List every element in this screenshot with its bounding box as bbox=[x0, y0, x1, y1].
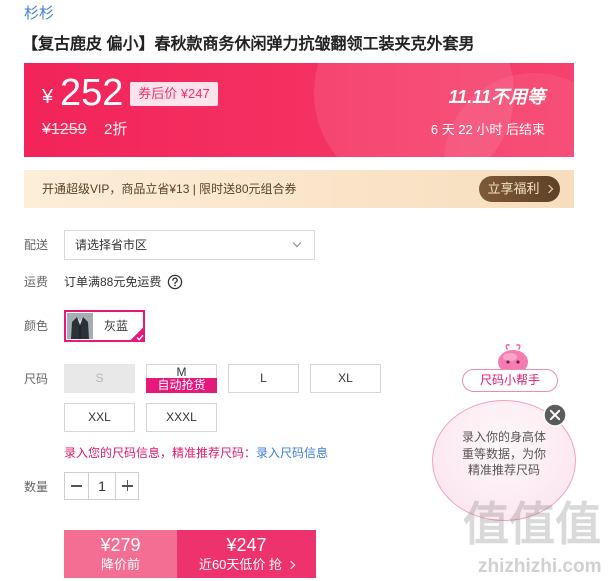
check-icon bbox=[136, 334, 144, 341]
selected-corner bbox=[129, 326, 145, 342]
minus-icon bbox=[71, 485, 82, 487]
countdown: 6 天 22 小时 后结束 bbox=[430, 122, 545, 137]
size-label: 尺码 bbox=[24, 372, 49, 386]
discount-label: 2折 bbox=[104, 121, 128, 138]
size-helper-text: 录入你的身高体重等数据，为你精准推荐尺码 bbox=[461, 430, 546, 477]
auto-restock-badge: 自动抢货 bbox=[146, 378, 217, 393]
region-select[interactable]: 请选择省市区 bbox=[64, 230, 315, 260]
size-option-xxl[interactable]: XXL bbox=[64, 403, 135, 432]
size-option-xl[interactable]: XL bbox=[310, 364, 381, 393]
quantity-label: 数量 bbox=[24, 480, 49, 494]
vip-benefit-button[interactable]: 立享福利 bbox=[479, 176, 560, 202]
size-option-m[interactable]: M 自动抢货 bbox=[146, 364, 217, 393]
current-price: 252 bbox=[60, 72, 124, 114]
vip-benefit-label: 立享福利 bbox=[487, 181, 540, 196]
price-currency: ¥ bbox=[42, 86, 54, 108]
size-hint: 录入您的尺码信息，精准推荐尺码：录入尺码信息 bbox=[64, 445, 328, 461]
watermark-logo: 值值值 bbox=[463, 498, 601, 550]
chevron-down-icon bbox=[292, 238, 302, 248]
question-circle-icon[interactable] bbox=[167, 274, 183, 290]
buy-now-button[interactable]: ¥247 近60天低价 抢 bbox=[177, 530, 316, 578]
size-option-s[interactable]: S bbox=[64, 364, 135, 393]
price-before-drop-button[interactable]: ¥279 降价前 bbox=[64, 530, 177, 578]
brand-link[interactable]: 杉杉 bbox=[24, 5, 54, 23]
chevron-right-icon bbox=[544, 184, 553, 194]
shipping-label: 运费 bbox=[24, 275, 49, 289]
price-banner: ¥ 252 券后价 ¥247 ¥1259 2折 11.11不用等 6 天 22 … bbox=[24, 63, 574, 157]
price-before-drop: ¥279 bbox=[100, 535, 141, 555]
size-option-label: M bbox=[176, 365, 187, 379]
price-before-drop-label: 降价前 bbox=[100, 557, 140, 572]
quantity-stepper: 1 bbox=[64, 472, 139, 500]
watermark-site: zhizhizhi.com bbox=[478, 556, 602, 577]
vip-bar: 开通超级VIP，商品立省¥13 | 限时送80元组合券 立享福利 bbox=[24, 170, 574, 208]
original-price: ¥1259 bbox=[42, 121, 87, 138]
lowest-price: ¥247 bbox=[226, 535, 267, 555]
product-thumbnail bbox=[67, 313, 93, 339]
quantity-value[interactable]: 1 bbox=[89, 473, 115, 499]
product-title: 【复古鹿皮 偏小】春秋款商务休闲弹力抗皱翻领工装夹克外套男 bbox=[22, 36, 475, 53]
decrease-button[interactable] bbox=[65, 473, 89, 499]
size-option-l[interactable]: L bbox=[228, 364, 299, 393]
delivery-label: 配送 bbox=[24, 238, 49, 252]
promo-title: 11.11不用等 bbox=[448, 87, 545, 107]
color-option-label: 灰蓝 bbox=[104, 319, 129, 333]
color-option-gray-blue[interactable]: 灰蓝 bbox=[64, 310, 145, 342]
increase-button[interactable] bbox=[115, 473, 138, 499]
enter-size-link[interactable]: 录入尺码信息 bbox=[256, 446, 328, 460]
coupon-price-tag: 券后价 ¥247 bbox=[130, 82, 218, 106]
chevron-right-icon bbox=[286, 560, 296, 570]
region-select-value: 请选择省市区 bbox=[75, 238, 148, 252]
buy-now-label: 近60天低价 抢 bbox=[177, 556, 316, 574]
vip-offer-text: 开通超级VIP，商品立省¥13 | 限时送80元组合券 bbox=[42, 182, 297, 196]
size-hint-text: 录入您的尺码信息，精准推荐尺码： bbox=[64, 446, 257, 460]
shipping-text: 订单满88元免运费 bbox=[64, 275, 162, 289]
size-helper-button[interactable]: 尺码小帮手 bbox=[462, 369, 558, 392]
close-icon[interactable] bbox=[543, 403, 567, 427]
color-label: 颜色 bbox=[24, 319, 49, 333]
size-option-xxxl[interactable]: XXXL bbox=[146, 403, 217, 432]
